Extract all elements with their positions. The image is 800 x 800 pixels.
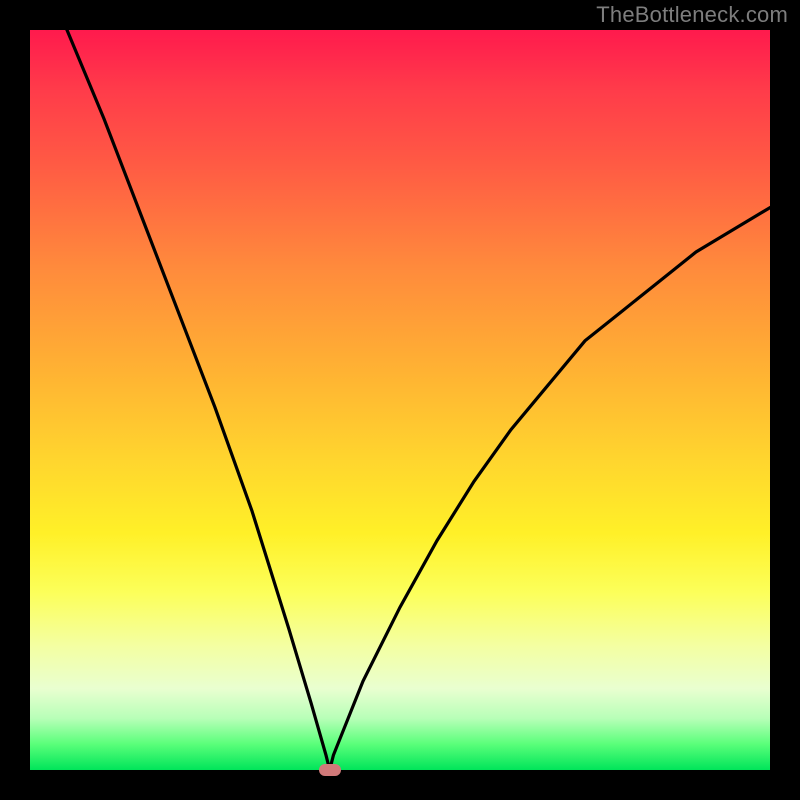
curve-path <box>30 30 770 770</box>
minimum-marker <box>319 764 341 776</box>
watermark-text: TheBottleneck.com <box>596 2 788 28</box>
bottleneck-curve <box>30 30 770 770</box>
chart-frame: TheBottleneck.com <box>0 0 800 800</box>
plot-area <box>30 30 770 770</box>
